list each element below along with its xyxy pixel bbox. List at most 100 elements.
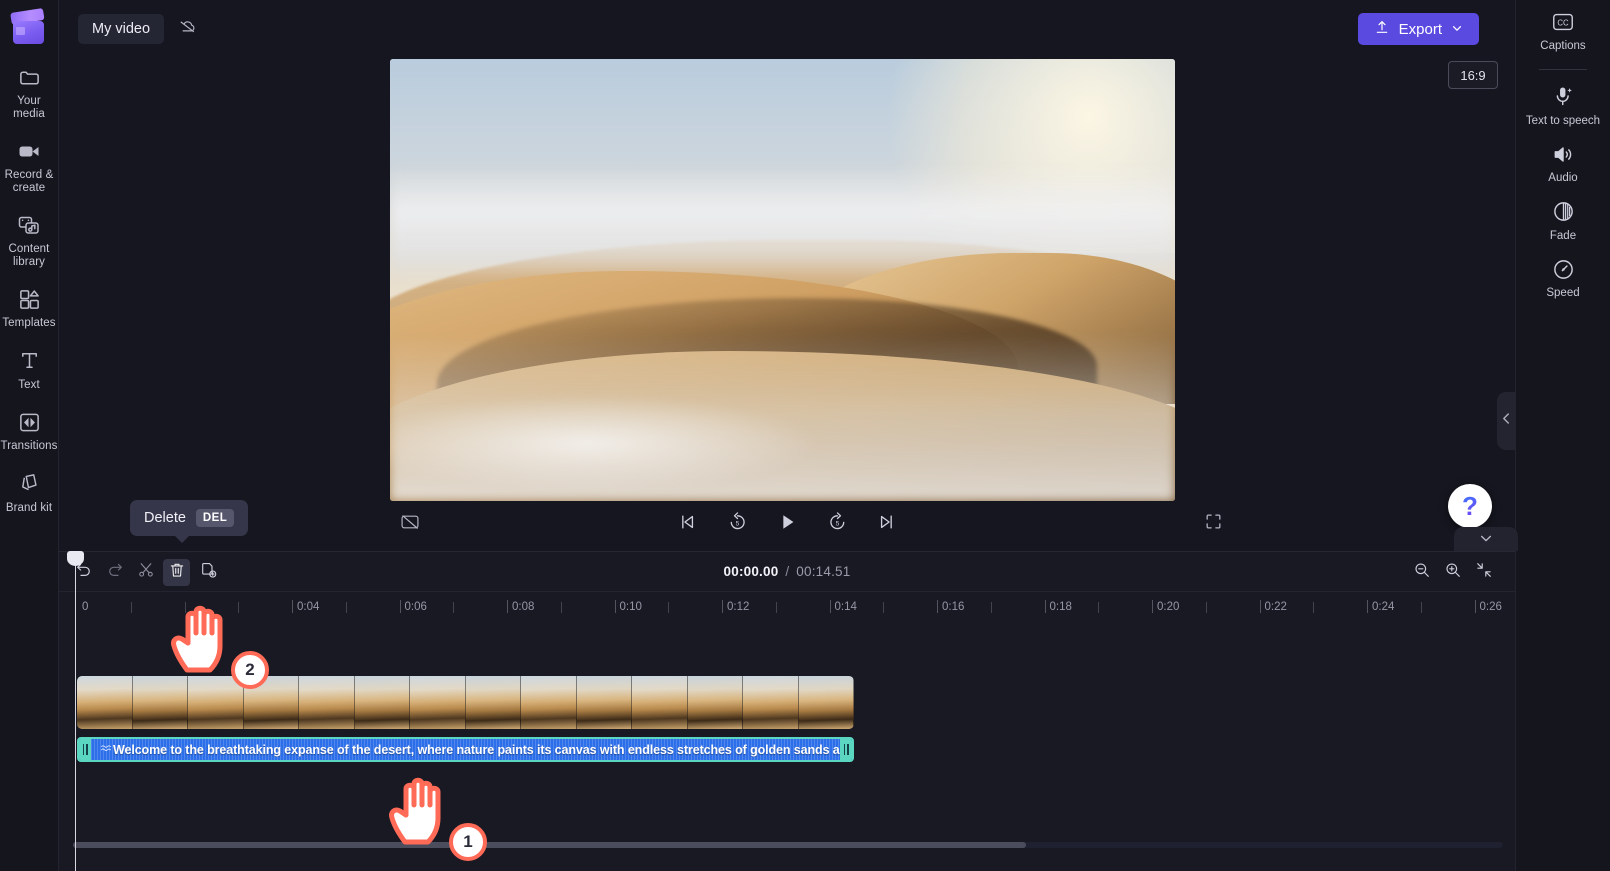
zoom-out-icon <box>1413 561 1431 584</box>
ruler-tick-minor <box>1205 602 1207 613</box>
clip-thumbnail <box>77 676 133 729</box>
ruler-tick-minor <box>668 602 670 613</box>
ruler-label: 0 <box>82 601 89 613</box>
sidebar-item-record-create[interactable]: Record & create <box>0 138 58 194</box>
zoom-out-button[interactable] <box>1408 559 1435 586</box>
caption-track-clip[interactable]: Welcome to the breathtaking expanse of t… <box>77 737 854 762</box>
ruler-tick-major <box>399 600 401 613</box>
sidebar-item-templates[interactable]: Templates <box>0 286 58 330</box>
right-item-fade[interactable]: Fade <box>1516 199 1610 243</box>
ruler-tick-minor <box>238 602 240 613</box>
ruler-tick-minor <box>453 602 455 613</box>
ruler-label: 0:14 <box>834 601 857 613</box>
sidebar-item-brand-kit[interactable]: Brand kit <box>0 471 58 515</box>
playhead[interactable] <box>67 551 84 871</box>
ruler-label: 0:18 <box>1049 601 1072 613</box>
play-button[interactable] <box>773 510 801 538</box>
ruler-tick-minor <box>1420 602 1422 613</box>
replay-5-icon: 5 <box>727 511 748 537</box>
rewind-5-button[interactable]: 5 <box>723 510 751 538</box>
timecode-display: 00:00.00 / 00:14.51 <box>59 564 1515 579</box>
sidebar-label: Your media <box>13 95 45 120</box>
forward-5-button[interactable]: 5 <box>823 510 851 538</box>
sidebar-item-text[interactable]: Text <box>0 348 58 392</box>
right-item-label: Text to speech <box>1525 114 1601 127</box>
ruler-label: 0:24 <box>1372 601 1395 613</box>
sidebar-item-transitions[interactable]: Transitions <box>0 409 58 453</box>
clipchamp-editor-window: Your media Record & create Content libra… <box>0 0 1610 871</box>
playhead-knob[interactable] <box>67 551 84 566</box>
ruler-label: 0:12 <box>727 601 750 613</box>
collapse-right-panel-handle[interactable] <box>1497 392 1515 450</box>
clip-thumbnail <box>465 676 521 729</box>
clip-thumbnail <box>354 676 410 729</box>
ruler-tick-major <box>1259 600 1261 613</box>
timeline-scrollbar-thumb[interactable] <box>73 842 1026 848</box>
aspect-ratio-badge[interactable]: 16:9 <box>1448 61 1498 89</box>
ruler-label: 0:16 <box>942 601 965 613</box>
timeline-scrollbar-track[interactable] <box>73 842 1503 848</box>
fit-to-screen-button[interactable] <box>1470 559 1497 586</box>
play-icon <box>776 511 798 538</box>
ruler-tick-minor <box>1313 602 1315 613</box>
sidebar-item-content-library[interactable]: Content library <box>0 212 58 268</box>
project-title-field[interactable]: My video <box>78 13 165 44</box>
fullscreen-icon <box>1204 512 1223 536</box>
ruler-tick-minor <box>990 602 992 613</box>
sidebar-label: Brand kit <box>5 501 53 514</box>
fullscreen-button[interactable] <box>1201 512 1225 536</box>
video-track-clip[interactable] <box>77 676 854 729</box>
right-item-speed[interactable]: Speed <box>1516 256 1610 300</box>
collapse-timeline-button[interactable] <box>1454 527 1518 551</box>
zoom-in-button[interactable] <box>1439 559 1466 586</box>
skip-next-icon <box>877 512 897 537</box>
top-bar: My video Export <box>59 0 1515 57</box>
templates-grid-icon <box>18 286 41 312</box>
help-button[interactable]: ? <box>1448 484 1492 528</box>
clip-thumbnail <box>687 676 743 729</box>
timeline-ruler[interactable]: 0 0:04 0:06 0:08 0:10 0:12 0:14 0:16 0:18 0:20 0:2… <box>59 592 1515 624</box>
right-sidebar: CC Captions Text to speech Audio Fade Sp… <box>1515 0 1610 871</box>
media-library-icon <box>17 212 41 238</box>
clip-trim-handle-left[interactable] <box>79 739 91 760</box>
clip-thumbnail <box>410 676 466 729</box>
speaker-icon <box>1551 141 1575 167</box>
question-mark-icon: ? <box>1462 491 1478 521</box>
export-button[interactable]: Export <box>1357 13 1479 45</box>
timecode-separator: / <box>785 564 790 579</box>
sidebar-divider <box>1539 68 1587 70</box>
ruler-tick-major <box>1044 600 1046 613</box>
clip-trim-handle-right[interactable] <box>840 739 852 760</box>
clip-thumbnail <box>132 676 188 729</box>
upload-icon <box>1374 19 1390 39</box>
chevron-down-icon <box>1479 530 1493 548</box>
right-item-audio[interactable]: Audio <box>1516 141 1610 185</box>
svg-text:CC: CC <box>1557 18 1569 27</box>
ruler-label: 0:08 <box>512 601 535 613</box>
ruler-label: 0:06 <box>404 601 427 613</box>
timeline: 00:00.00 / 00:14.51 0 0:04 0:06 0:08 0:1… <box>59 551 1515 871</box>
chevron-left-icon <box>1502 412 1511 430</box>
ruler-tick-minor <box>775 602 777 613</box>
sidebar-label: Transitions <box>0 440 58 452</box>
ruler-label: 0:26 <box>1479 601 1502 613</box>
project-title-text: My video <box>92 20 151 37</box>
skip-to-end-button[interactable] <box>873 510 901 538</box>
sidebar-label: Record & create <box>4 169 54 194</box>
ruler-label: 0:20 <box>1157 601 1180 613</box>
video-preview-canvas[interactable] <box>390 59 1175 501</box>
right-item-captions[interactable]: CC Captions <box>1516 9 1610 53</box>
sidebar-item-your-media[interactable]: Your media <box>0 64 58 120</box>
closed-captions-icon: CC <box>1551 9 1575 35</box>
cloud-off-button[interactable] <box>172 14 203 44</box>
clip-thumbnail <box>521 676 577 729</box>
chevron-down-icon <box>1451 21 1463 38</box>
ruler-tick-minor <box>883 602 885 613</box>
clip-thumbnail <box>798 676 854 729</box>
right-item-text-to-speech[interactable]: Text to speech <box>1516 84 1610 128</box>
ruler-label: 0:10 <box>619 601 642 613</box>
clip-thumbnail <box>299 676 355 729</box>
right-item-label: Audio <box>1548 172 1578 184</box>
right-item-label: Speed <box>1546 287 1580 299</box>
skip-to-start-button[interactable] <box>673 510 701 538</box>
